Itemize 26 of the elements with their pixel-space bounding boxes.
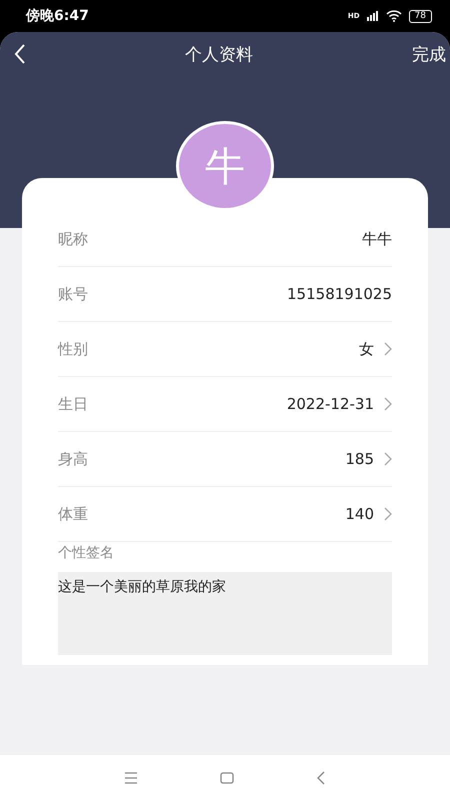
field-value[interactable]: 185 xyxy=(345,450,374,468)
menu-icon[interactable] xyxy=(124,772,138,784)
page-title: 个人资料 xyxy=(184,44,254,66)
chevron-right-icon[interactable] xyxy=(384,452,392,466)
wifi-icon xyxy=(386,10,402,22)
field-label: 昵称 xyxy=(58,230,88,248)
field-label: 性别 xyxy=(58,340,88,358)
field-value[interactable]: 140 xyxy=(345,505,374,523)
chevron-right-icon[interactable] xyxy=(384,342,392,356)
field-label: 生日 xyxy=(58,394,88,414)
field-label: 身高 xyxy=(58,450,88,468)
field-value[interactable]: 2022-12-31 xyxy=(286,395,374,413)
field-label: 账号 xyxy=(58,284,88,304)
signal-icon xyxy=(366,11,379,21)
field-value: 15158191025 xyxy=(287,285,392,303)
chevron-right-icon[interactable] xyxy=(384,397,392,411)
done-button[interactable]: 完成 xyxy=(412,42,446,66)
chevron-right-icon[interactable] xyxy=(384,507,392,521)
home-icon[interactable] xyxy=(220,772,234,784)
signature-field[interactable]: 这是一个美丽的草原我的家 xyxy=(58,572,392,655)
field-value[interactable]: 女 xyxy=(359,340,374,358)
signature-label: 个性签名 xyxy=(58,544,115,562)
field-label: 体重 xyxy=(58,504,88,524)
battery-icon: 78 xyxy=(408,10,432,22)
status-time: 傍晚6:47 xyxy=(26,7,89,25)
field-value: 牛牛 xyxy=(362,230,392,248)
